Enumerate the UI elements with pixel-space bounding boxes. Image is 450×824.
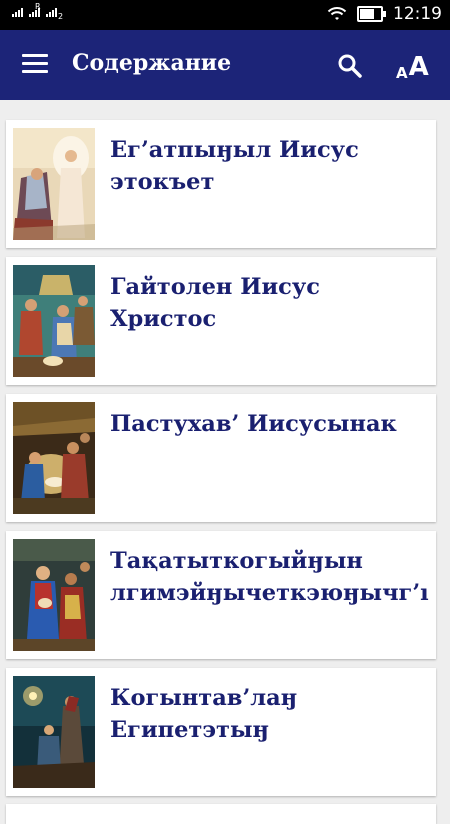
chapter-title: Когынтав’лаӈ Египетэтыӈ	[110, 682, 430, 746]
chapter-title-line: Египетэтыӈ	[110, 717, 270, 743]
chapter-item-5[interactable]: Когынтав’лаӈ Египетэтыӈ	[6, 668, 436, 796]
chapter-title-line: Тақатыткогыйӈын	[110, 548, 363, 574]
hamburger-menu-icon[interactable]	[22, 54, 48, 76]
signal-strength-icon-sim1: R	[29, 2, 41, 17]
chapter-title: Пастухав’ Иисусынак	[110, 408, 430, 440]
signal-strength-icon-sim2: 2	[46, 8, 63, 21]
magi-painting-thumbnail	[13, 539, 95, 651]
sim1-label: R	[35, 2, 41, 11]
wifi-icon	[327, 7, 347, 20]
shepherds-painting-thumbnail	[13, 402, 95, 514]
chapter-item-1[interactable]: Ег’атпыӈыл Иисус этокъет	[6, 120, 436, 248]
chapter-title-line: Ег’атпыӈыл Иисус	[110, 137, 359, 163]
font-size-icon[interactable]: A A	[396, 46, 429, 82]
chapter-title: Гайтолен Иисус Христос	[110, 271, 430, 335]
chapter-title: Ег’атпыӈыл Иисус этокъет	[110, 134, 430, 198]
signal-strength-icon	[12, 8, 23, 17]
chapter-item-6-partial[interactable]	[6, 804, 436, 824]
chapter-item-3[interactable]: Пастухав’ Иисусынак	[6, 394, 436, 522]
sim2-label: 2	[58, 12, 64, 21]
chapter-title: Тақатыткогыйӈын лгимэйӈычеткэюӈычг’ı	[110, 545, 430, 609]
chapter-title-line: Христос	[110, 306, 217, 332]
flight-to-egypt-painting-thumbnail	[13, 676, 95, 788]
status-bar: R 2 12:19	[0, 0, 450, 30]
status-time: 12:19	[393, 4, 442, 24]
chapter-item-4[interactable]: Тақатыткогыйӈын лгимэйӈычеткэюӈычг’ı	[6, 531, 436, 659]
chapter-title-line: этокъет	[110, 169, 215, 195]
chapter-item-2[interactable]: Гайтолен Иисус Христос	[6, 257, 436, 385]
battery-icon	[357, 6, 386, 22]
chapter-title-line: Пастухав’ Иисусынак	[110, 411, 397, 437]
app-bar: Содержание A A	[0, 30, 450, 100]
chapter-title-line: Гайтолен Иисус	[110, 274, 320, 300]
annunciation-painting-thumbnail	[13, 128, 95, 240]
nativity-painting-thumbnail	[13, 265, 95, 377]
font-size-label-big: A	[408, 52, 429, 82]
signal-indicators: R 2	[12, 2, 63, 21]
font-size-label-small: A	[396, 64, 408, 82]
page-title: Содержание	[72, 50, 232, 76]
chapter-title-line: Когынтав’лаӈ	[110, 685, 298, 711]
chapter-title-line: лгимэйӈычеткэюӈычг’ı	[110, 580, 429, 606]
search-icon[interactable]	[336, 52, 364, 80]
